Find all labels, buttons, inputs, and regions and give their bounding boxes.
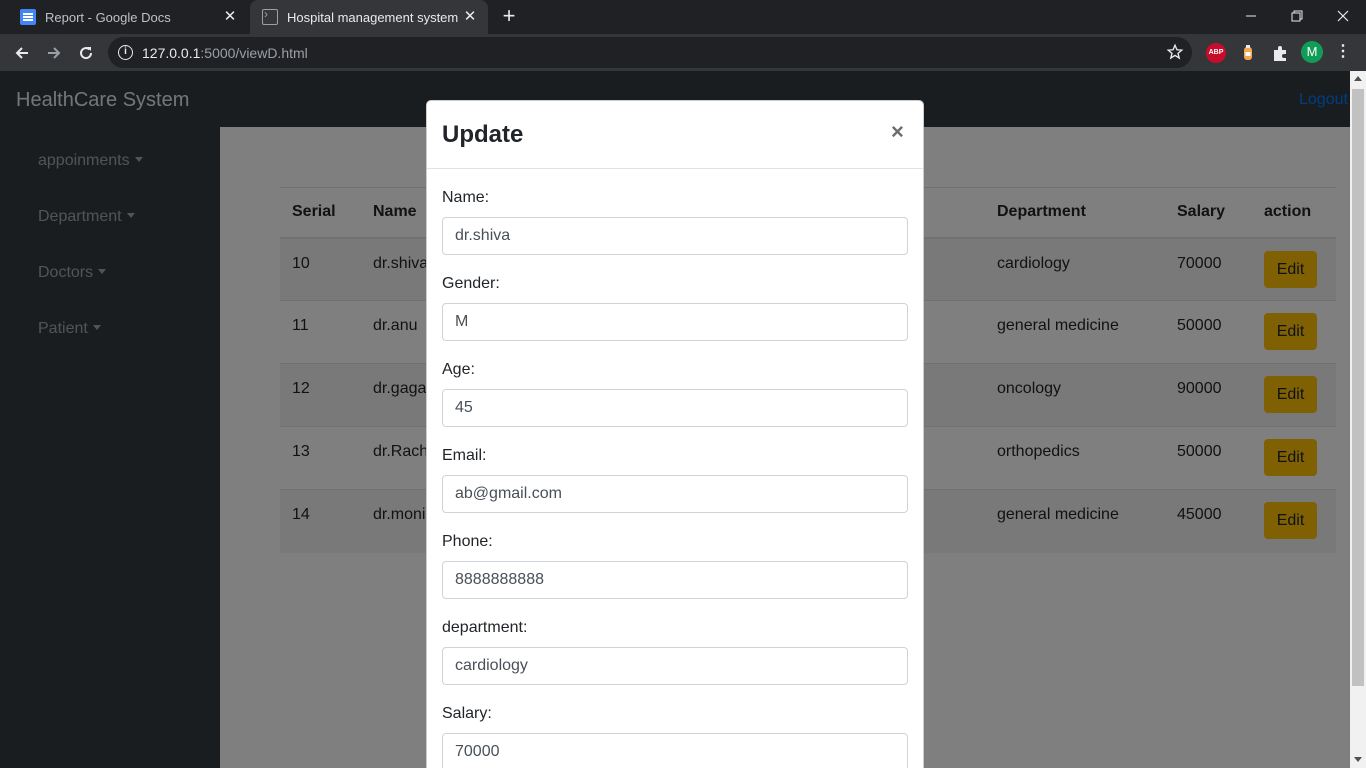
phone-field[interactable] <box>442 561 908 599</box>
tab-label: Report - Google Docs <box>45 9 171 25</box>
name-label: Name: <box>442 189 490 206</box>
reload-button[interactable] <box>73 40 99 66</box>
minimize-button[interactable] <box>1228 0 1274 32</box>
tab-report-google-docs[interactable]: Report - Google Docs ✕ <box>8 0 248 34</box>
browser-tab-strip: Report - Google Docs ✕ Hospital manageme… <box>0 0 1366 34</box>
address-bar[interactable]: i 127.0.0.1:5000/viewD.html <box>108 37 1192 68</box>
age-field[interactable] <box>442 389 908 427</box>
scroll-up-arrow-icon[interactable] <box>1354 76 1362 81</box>
close-tab-icon[interactable]: ✕ <box>222 9 238 25</box>
bookmark-star-icon[interactable] <box>1166 43 1184 61</box>
google-docs-icon <box>20 9 36 25</box>
close-icon[interactable]: × <box>891 119 904 145</box>
profile-avatar[interactable]: M <box>1301 41 1323 63</box>
modal-header: Update × <box>427 101 923 169</box>
extension-bottle-icon[interactable] <box>1238 43 1258 63</box>
email-field[interactable] <box>442 475 908 513</box>
close-window-icon <box>1337 10 1349 22</box>
phone-label: Phone: <box>442 533 493 550</box>
minimize-icon <box>1246 15 1256 17</box>
close-tab-icon[interactable]: ✕ <box>462 9 478 25</box>
restore-button[interactable] <box>1274 0 1320 32</box>
name-field[interactable] <box>442 217 908 255</box>
close-window-button[interactable] <box>1320 0 1366 32</box>
tab-hospital-management[interactable]: Hospital management system ✕ <box>250 0 488 34</box>
browser-menu-icon[interactable]: ⋮ <box>1335 43 1351 63</box>
email-label: Email: <box>442 447 487 464</box>
update-modal: Update × Name: Gender: Age: Email: Phone… <box>426 100 924 768</box>
tab-label: Hospital management system <box>287 9 459 25</box>
puzzle-icon <box>1274 46 1286 61</box>
page-terminal-icon <box>262 7 278 25</box>
reload-icon <box>80 47 93 60</box>
scroll-down-arrow-icon[interactable] <box>1354 757 1362 762</box>
forward-button[interactable] <box>41 40 67 66</box>
page-viewport: HealthCare System Logout appoinments Dep… <box>0 71 1350 768</box>
forward-arrow-icon <box>48 47 61 59</box>
extensions-puzzle-icon[interactable] <box>1270 43 1290 63</box>
page-scrollbar[interactable] <box>1350 71 1366 768</box>
department-label: department: <box>442 619 528 636</box>
salary-label: Salary: <box>442 705 492 722</box>
salary-field[interactable] <box>442 733 908 768</box>
back-arrow-icon <box>15 47 28 59</box>
url-host: 127.0.0.1 <box>142 45 201 61</box>
gender-label: Gender: <box>442 275 500 292</box>
gender-field[interactable] <box>442 303 908 341</box>
modal-title: Update <box>442 121 524 148</box>
url-text: 127.0.0.1:5000/viewD.html <box>142 45 308 61</box>
restore-icon <box>1291 10 1303 22</box>
adblock-plus-icon[interactable]: ABP <box>1206 43 1226 63</box>
department-field[interactable] <box>442 647 908 685</box>
age-label: Age: <box>442 361 475 378</box>
back-button[interactable] <box>9 40 35 66</box>
url-path: :5000/viewD.html <box>200 45 308 61</box>
scrollbar-thumb[interactable] <box>1352 89 1364 686</box>
new-tab-button[interactable]: + <box>497 5 521 28</box>
bottle-icon <box>1244 45 1252 60</box>
browser-toolbar: i 127.0.0.1:5000/viewD.html ABP M ⋮ <box>0 34 1366 71</box>
site-info-icon[interactable]: i <box>118 45 133 60</box>
